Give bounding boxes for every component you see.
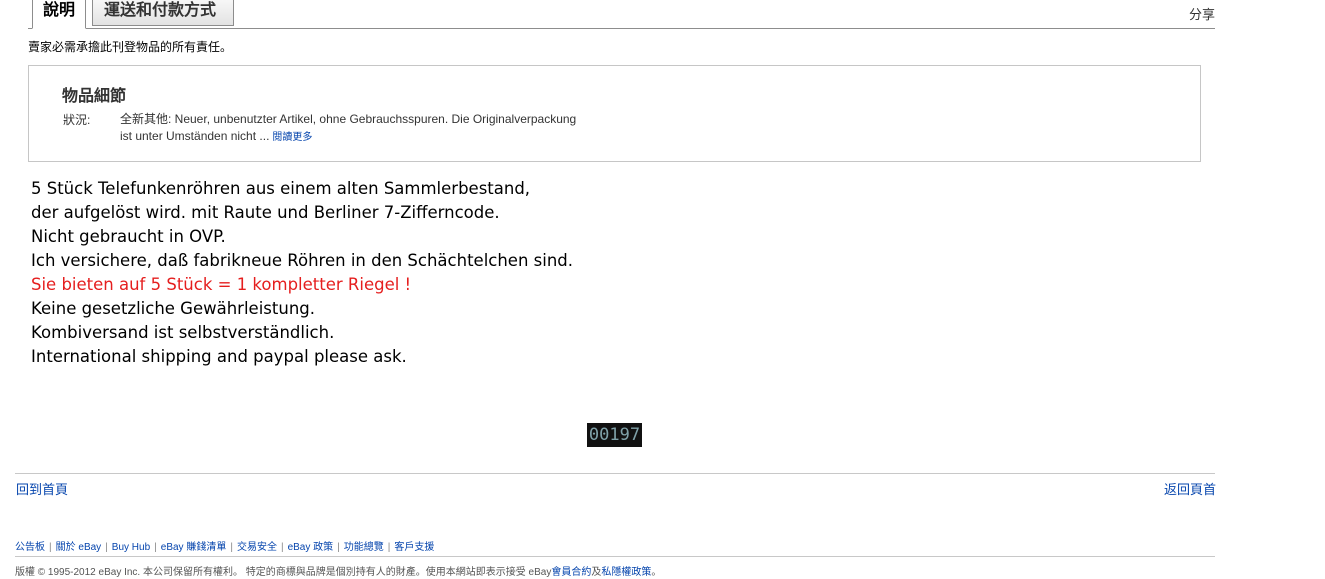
footer-link-features[interactable]: 功能總覽 — [344, 542, 384, 553]
condition-line-2: ist unter Umständen nicht ... 閱讀更多 — [120, 128, 640, 146]
item-details-box: 物品細節 狀況: 全新其他: Neuer, unbenutzter Artike… — [28, 65, 1201, 162]
footer-link-about[interactable]: 關於 eBay — [56, 542, 102, 553]
footer-link-support[interactable]: 客戶支援 — [394, 542, 434, 553]
description-line: International shipping and paypal please… — [31, 347, 407, 366]
condition-line-1: 全新其他: Neuer, unbenutzter Artikel, ohne G… — [120, 112, 577, 126]
footer-link-buy-hub[interactable]: Buy Hub — [112, 542, 150, 553]
description-line: der aufgelöst wird. mit Raute und Berlin… — [31, 203, 500, 222]
visitor-counter: 00197 — [587, 423, 642, 447]
copyright-text: 版權 © 1995-2012 eBay Inc. 本公司保留所有權利。 特定的商… — [15, 567, 552, 578]
footer-separator: | — [49, 542, 52, 553]
description-line: Nicht gebraucht in OVP. — [31, 227, 226, 246]
footer-separator: | — [280, 542, 284, 553]
copyright-notice: 版權 © 1995-2012 eBay Inc. 本公司保留所有權利。 特定的商… — [15, 563, 661, 578]
footer-link-safety[interactable]: 交易安全 — [237, 542, 277, 553]
description-line: 5 Stück Telefunkenröhren aus einem alten… — [31, 179, 531, 198]
copyright-and: 及 — [591, 567, 602, 578]
item-details-title: 物品細節 — [62, 88, 127, 105]
tab-description[interactable]: 說明 — [32, 0, 86, 29]
back-to-top-link[interactable]: 返回頁首 — [1164, 479, 1216, 498]
footer-divider — [15, 556, 1215, 557]
footer-separator: | — [105, 542, 108, 553]
condition-label: 狀況: — [63, 113, 91, 127]
footer-separator: | — [230, 542, 233, 553]
footer-link-money-list[interactable]: eBay 賺錢清單 — [161, 542, 227, 553]
description-line: Keine gesetzliche Gewährleistung. — [31, 299, 315, 318]
share-link[interactable]: 分享 — [1189, 4, 1215, 23]
seller-disclaimer: 賣家必需承擔此刊登物品的所有責任。 — [28, 40, 233, 54]
footer-link-policies[interactable]: eBay 政策 — [288, 542, 334, 553]
back-to-home-link[interactable]: 回到首頁 — [16, 479, 68, 498]
description-line: Ich versichere, daß fabrikneue Röhren in… — [31, 251, 574, 270]
footer-separator: | — [387, 542, 391, 553]
description-line: Kombiversand ist selbstverständlich. — [31, 323, 335, 342]
footer-separator: | — [337, 542, 340, 553]
read-more-link[interactable]: 閱讀更多 — [272, 132, 312, 143]
condition-line-2-text: ist unter Umständen nicht ... — [120, 129, 270, 143]
privacy-policy-link[interactable]: 私隱權政策 — [601, 567, 651, 578]
tab-shipping-payment[interactable]: 運送和付款方式 — [92, 0, 234, 26]
item-description: 5 Stück Telefunkenröhren aus einem alten… — [31, 177, 573, 369]
divider — [15, 473, 1215, 474]
condition-text: 全新其他: Neuer, unbenutzter Artikel, ohne G… — [120, 111, 640, 146]
footer-link-announcements[interactable]: 公告板 — [15, 542, 45, 553]
copyright-period: 。 — [651, 567, 662, 578]
tab-bar: 說明 運送和付款方式 分享 — [28, 0, 1215, 29]
user-agreement-link[interactable]: 會員合約 — [551, 567, 591, 578]
footer-separator: | — [154, 542, 157, 553]
footer-links: 公告板 | 關於 eBay | Buy Hub | eBay 賺錢清單 | 交易安全 | eBay … — [15, 538, 434, 553]
description-highlight-line: Sie bieten auf 5 Stück = 1 kompletter Ri… — [31, 275, 412, 294]
